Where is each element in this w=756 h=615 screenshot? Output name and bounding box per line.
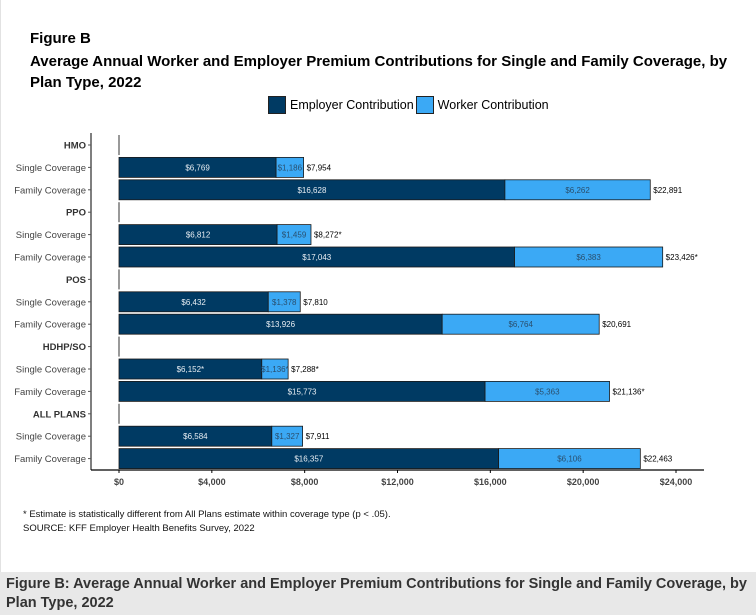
bar-label-worker: $5,363 (535, 387, 560, 396)
x-tick-label: $12,000 (381, 477, 414, 487)
figure-caption: Figure B: Average Annual Worker and Empl… (0, 572, 756, 615)
bar-total-label: $20,691 (602, 320, 631, 329)
y-group-label: PPO (66, 208, 86, 219)
y-category-label: Single Coverage (16, 230, 86, 241)
bar-total-label: $22,891 (653, 186, 682, 195)
y-group-label: ALL PLANS (33, 409, 86, 420)
x-tick-label: $4,000 (198, 477, 226, 487)
y-category-label: Single Coverage (16, 297, 86, 308)
bar-label-employer: $17,043 (302, 253, 331, 262)
footnote-note: * Estimate is statistically different fr… (23, 509, 391, 520)
bar-total-label: $7,810 (303, 298, 328, 307)
bar-label-worker: $1,136* (261, 365, 289, 374)
y-group-label: HMO (64, 141, 86, 152)
bar-label-worker: $6,383 (576, 253, 601, 262)
x-tick-label: $20,000 (567, 477, 600, 487)
x-tick-label: $0 (114, 477, 124, 487)
bar-total-label: $22,463 (643, 455, 672, 464)
bar-label-employer: $6,812 (186, 231, 211, 240)
figure-frame: Figure B Average Annual Worker and Emplo… (0, 0, 756, 572)
y-category-label: Family Coverage (14, 387, 86, 398)
bar-label-worker: $6,262 (565, 186, 590, 195)
x-tick-label: $8,000 (291, 477, 319, 487)
bar-label-worker: $1,378 (272, 298, 297, 307)
bar-label-employer: $6,584 (183, 432, 208, 441)
bar-label-employer: $13,926 (266, 320, 295, 329)
bar-total-label: $8,272* (314, 231, 342, 240)
x-tick-label: $24,000 (660, 477, 693, 487)
bar-label-employer: $15,773 (288, 387, 317, 396)
bar-label-worker: $6,764 (508, 320, 533, 329)
y-category-label: Single Coverage (16, 432, 86, 443)
bar-total-label: $23,426* (666, 253, 698, 262)
footnote: * Estimate is statistically different fr… (23, 508, 391, 536)
bar-label-employer: $6,769 (185, 163, 210, 172)
bar-label-worker: $1,459 (282, 231, 307, 240)
bar-label-employer: $6,432 (181, 298, 206, 307)
y-category-label: Single Coverage (16, 163, 86, 174)
y-category-label: Family Coverage (14, 253, 86, 264)
bar-label-worker: $6,106 (557, 455, 582, 464)
stacked-bar-chart: HMO Single Coverage $6,769 $1,186 $7,954 Fami… (14, 133, 704, 487)
bar-label-worker: $1,186 (278, 163, 303, 172)
bar-label-worker: $1,327 (275, 432, 300, 441)
bar-label-employer: $16,357 (294, 455, 323, 464)
y-group-label: POS (66, 275, 86, 286)
bar-total-label: $7,954 (307, 163, 332, 172)
bar-label-employer: $6,152* (177, 365, 205, 374)
x-tick-label: $16,000 (474, 477, 507, 487)
y-category-label: Family Coverage (14, 320, 86, 331)
y-group-label: HDHP/SO (43, 342, 86, 353)
y-category-label: Family Coverage (14, 454, 86, 465)
footnote-source: SOURCE: KFF Employer Health Benefits Sur… (23, 523, 255, 534)
y-category-label: Family Coverage (14, 185, 86, 196)
bar-total-label: $7,288* (291, 365, 319, 374)
y-category-label: Single Coverage (16, 365, 86, 376)
bar-total-label: $7,911 (306, 432, 330, 441)
bar-total-label: $21,136* (613, 387, 645, 396)
bar-label-employer: $16,628 (297, 186, 326, 195)
